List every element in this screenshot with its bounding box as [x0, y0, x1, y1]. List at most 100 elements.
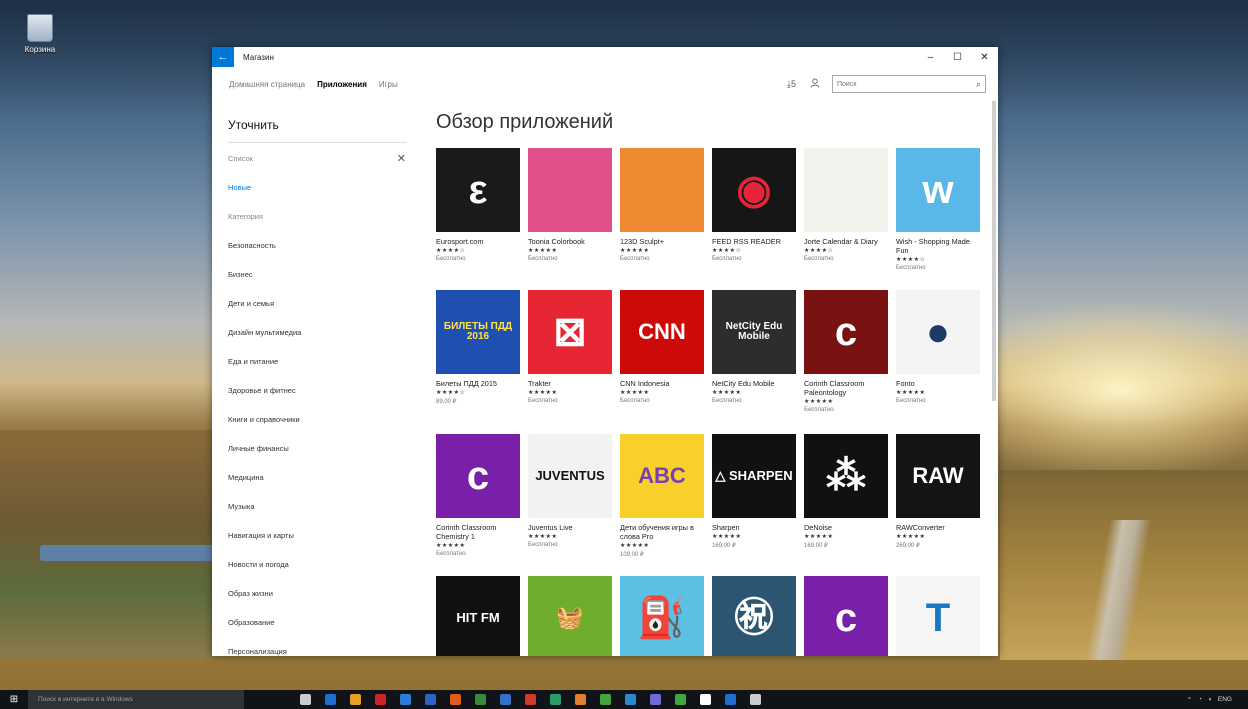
app-name[interactable]: Eurosport.com: [436, 237, 520, 246]
app-name[interactable]: NetCity Edu Mobile: [712, 379, 796, 388]
sidebar-category-item[interactable]: Музыка: [228, 492, 406, 521]
app-tile[interactable]: 🧺: [528, 576, 612, 656]
app-tile[interactable]: БИЛЕТЫ ПДД 2016 Билеты ПДД 2015 ★★★★☆ 89,00…: [436, 290, 520, 405]
taskbar-app-icon[interactable]: [750, 694, 761, 705]
app-name[interactable]: Sharpen: [712, 523, 796, 532]
app-tile[interactable]: c: [804, 576, 888, 656]
sidebar-category-item[interactable]: Книги и справочники: [228, 405, 406, 434]
sidebar-category-item[interactable]: Дети и семья: [228, 289, 406, 318]
app-name[interactable]: FEED RSS READER: [712, 237, 796, 246]
taskbar-app-icon[interactable]: [500, 694, 511, 705]
taskbar-app-icon[interactable]: [725, 694, 736, 705]
app-tile-image[interactable]: ABC: [620, 434, 704, 518]
sidebar-category-item[interactable]: Образование: [228, 608, 406, 637]
app-tile[interactable]: ε Eurosport.com ★★★★☆ Бесплатно: [436, 148, 520, 262]
app-tile-image[interactable]: HIT FM: [436, 576, 520, 656]
app-name[interactable]: Fonto: [896, 379, 980, 388]
app-name[interactable]: Corinth Classroom Paleontology: [804, 379, 888, 397]
app-tile-image[interactable]: [528, 148, 612, 232]
taskbar-app-icon[interactable]: [400, 694, 411, 705]
app-tile[interactable]: w Wish - Shopping Made Fun ★★★★☆ Бесплатно: [896, 148, 980, 271]
tab-apps[interactable]: Приложения: [317, 80, 367, 89]
app-tile-image[interactable]: БИЛЕТЫ ПДД 2016: [436, 290, 520, 374]
taskbar-search[interactable]: Поиск в интернете и в Windows: [28, 690, 244, 709]
tray-chevron-icon[interactable]: ⌃: [1187, 696, 1192, 704]
volume-icon[interactable]: ◖: [1208, 696, 1212, 703]
app-tile[interactable]: NetCity Edu Mobile NetCity Edu Mobile ★★★★…: [712, 290, 796, 404]
tab-games[interactable]: Игры: [379, 80, 398, 89]
app-tile[interactable]: RAW RAWConverter ★★★★★ 269,00 ₽: [896, 434, 980, 549]
taskbar-app-icon[interactable]: [675, 694, 686, 705]
start-button[interactable]: ⊞: [0, 690, 28, 709]
search-icon[interactable]: ⌕: [976, 79, 981, 90]
app-tile-image[interactable]: CNN: [620, 290, 704, 374]
recycle-bin-shortcut[interactable]: Корзина: [10, 14, 70, 54]
app-tile[interactable]: 123D Sculpt+ ★★★★★ Бесплатно: [620, 148, 704, 262]
sidebar-category-item[interactable]: Новости и погода: [228, 550, 406, 579]
app-tile-image[interactable]: ⛽: [620, 576, 704, 656]
taskbar-app-icon[interactable]: [575, 694, 586, 705]
app-tile-image[interactable]: RAW: [896, 434, 980, 518]
app-name[interactable]: Toonia Colorbook: [528, 237, 612, 246]
minimize-button[interactable]: –: [917, 47, 944, 67]
app-name[interactable]: Jorte Calendar & Diary: [804, 237, 888, 246]
app-tile[interactable]: HIT FM: [436, 576, 520, 656]
app-name[interactable]: Дети обучения игры в слова Pro: [620, 523, 704, 541]
app-tile-image[interactable]: ◉: [712, 148, 796, 232]
app-tile-image[interactable]: c: [436, 434, 520, 518]
app-name[interactable]: 123D Sculpt+: [620, 237, 704, 246]
tab-home[interactable]: Домашняя страница: [229, 80, 305, 89]
app-tile[interactable]: ● Fonto ★★★★★ Бесплатно: [896, 290, 980, 404]
taskbar-app-icon[interactable]: [425, 694, 436, 705]
sidebar-category-item[interactable]: Навигация и карты: [228, 521, 406, 550]
app-tile[interactable]: ◉ FEED RSS READER ★★★★☆ Бесплатно: [712, 148, 796, 262]
app-name[interactable]: RAWConverter: [896, 523, 980, 532]
app-tile-image[interactable]: ●: [896, 290, 980, 374]
app-tile[interactable]: JUVENTUS Juventus Live ★★★★★ Бесплатно: [528, 434, 612, 548]
taskbar-app-icon[interactable]: [550, 694, 561, 705]
downloads-button[interactable]: ⤓5: [787, 79, 796, 90]
sidebar-category-item[interactable]: Еда и питание: [228, 347, 406, 376]
search-box[interactable]: ⌕: [832, 75, 986, 93]
app-tile-image[interactable]: ㊗: [712, 576, 796, 656]
app-name[interactable]: Билеты ПДД 2015: [436, 379, 520, 388]
app-tile[interactable]: ⁂ DeNoise ★★★★★ 169,00 ₽: [804, 434, 888, 549]
sidebar-category-item[interactable]: Бизнес: [228, 260, 406, 289]
app-tile[interactable]: c Corinth Classroom Chemistry 1 ★★★★★ Беспл…: [436, 434, 520, 557]
app-tile[interactable]: Jorte Calendar & Diary ★★★★☆ Бесплатно: [804, 148, 888, 262]
app-tile[interactable]: T: [896, 576, 980, 656]
app-tile[interactable]: ABC Дети обучения игры в слова Pro ★★★★★ 10…: [620, 434, 704, 558]
app-tile-image[interactable]: △ SHARPEN: [712, 434, 796, 518]
app-tile-image[interactable]: 🧺: [528, 576, 612, 656]
app-tile[interactable]: ㊗: [712, 576, 796, 656]
app-tile[interactable]: c Corinth Classroom Paleontology ★★★★★ Бесп…: [804, 290, 888, 413]
taskbar-app-icon[interactable]: [375, 694, 386, 705]
close-button[interactable]: ✕: [971, 47, 998, 67]
sidebar-category-item[interactable]: Персонализация: [228, 637, 406, 656]
app-name[interactable]: Wish - Shopping Made Fun: [896, 237, 980, 255]
taskbar-app-icon[interactable]: [450, 694, 461, 705]
app-name[interactable]: Corinth Classroom Chemistry 1: [436, 523, 520, 541]
taskbar-app-icon[interactable]: [475, 694, 486, 705]
sidebar-category-item[interactable]: Здоровье и фитнес: [228, 376, 406, 405]
app-tile-image[interactable]: ⁂: [804, 434, 888, 518]
taskbar-app-icon[interactable]: [700, 694, 711, 705]
app-tile[interactable]: Toonia Colorbook ★★★★★ Бесплатно: [528, 148, 612, 262]
search-input[interactable]: [837, 80, 957, 88]
sidebar-category-item[interactable]: Медицина: [228, 463, 406, 492]
clear-filter-icon[interactable]: ✕: [397, 152, 406, 165]
app-tile-image[interactable]: ⊠: [528, 290, 612, 374]
app-tile-image[interactable]: w: [896, 148, 980, 232]
app-tile[interactable]: △ SHARPEN Sharpen ★★★★★ 169,00 ₽: [712, 434, 796, 549]
app-name[interactable]: DeNoise: [804, 523, 888, 532]
sidebar-item-new[interactable]: Новые: [228, 173, 406, 202]
app-name[interactable]: Juventus Live: [528, 523, 612, 532]
taskbar-app-icon[interactable]: [300, 694, 311, 705]
taskbar-app-icon[interactable]: [600, 694, 611, 705]
app-tile-image[interactable]: T: [896, 576, 980, 656]
taskbar-app-icon[interactable]: [650, 694, 661, 705]
scrollbar[interactable]: [992, 101, 996, 401]
sidebar-category-item[interactable]: Личные финансы: [228, 434, 406, 463]
user-icon[interactable]: [810, 78, 820, 91]
app-tile-image[interactable]: JUVENTUS: [528, 434, 612, 518]
